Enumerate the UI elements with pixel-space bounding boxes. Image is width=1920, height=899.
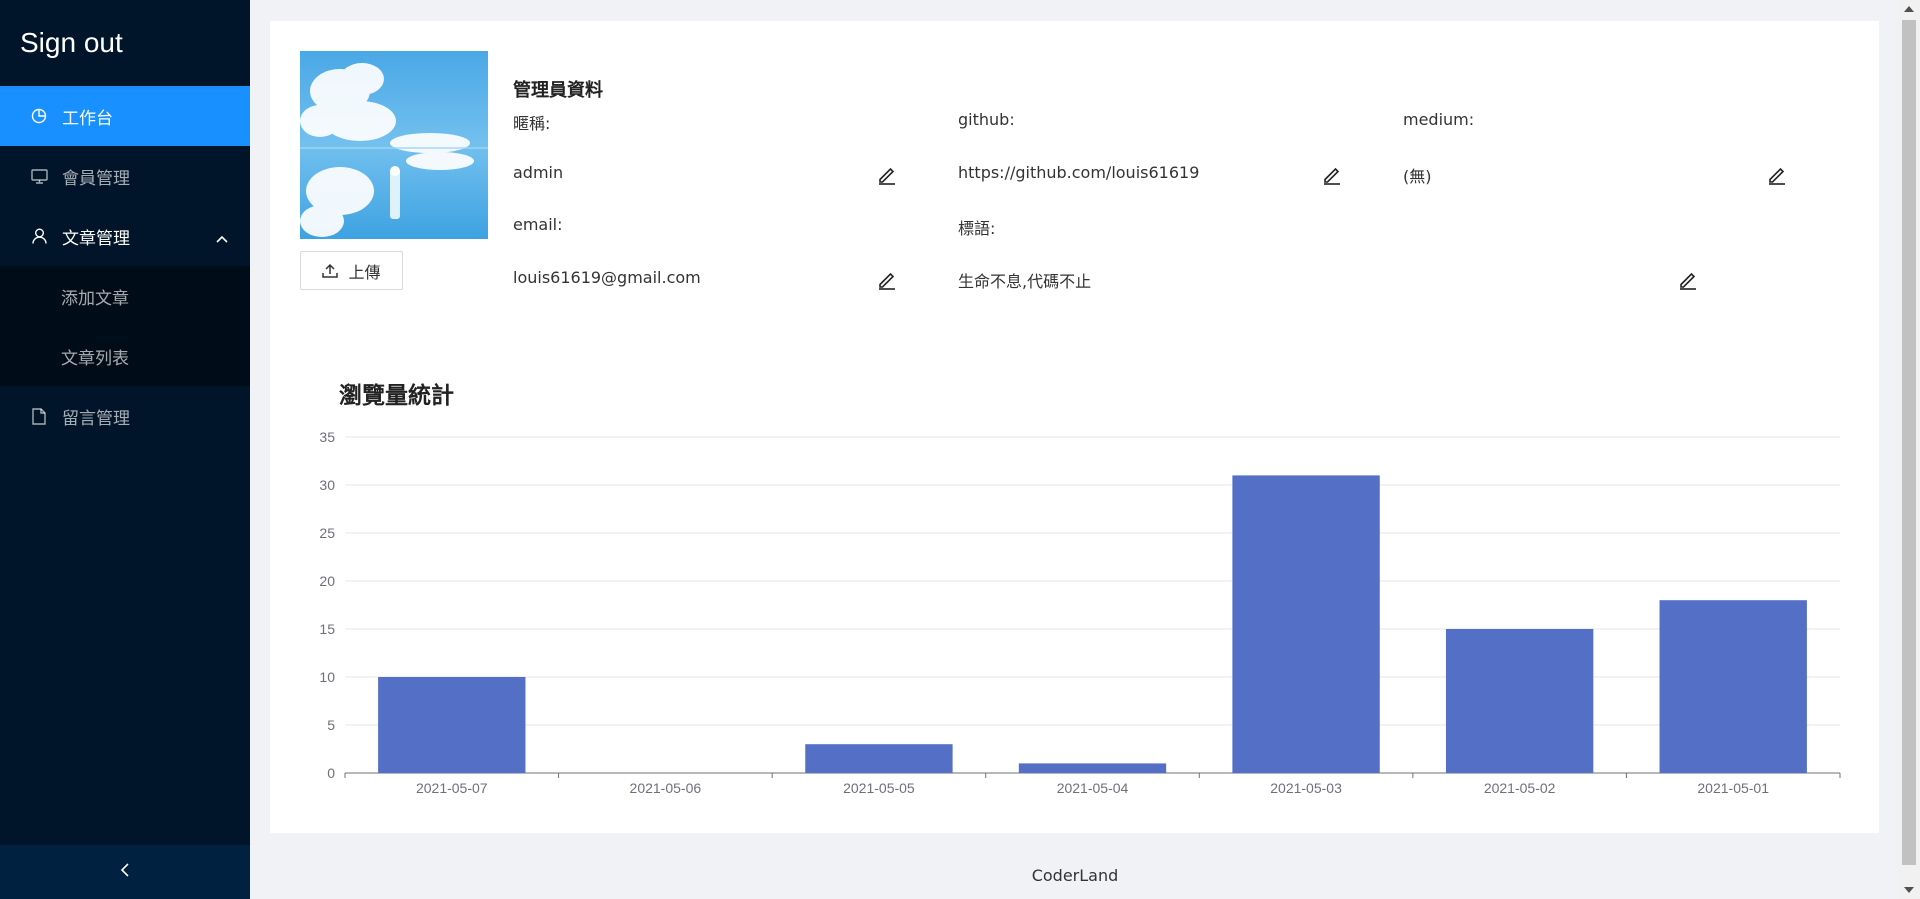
file-icon	[30, 407, 48, 425]
bar	[1232, 475, 1380, 773]
y-tick-label: 10	[319, 669, 335, 685]
x-tick-label: 2021-05-04	[1057, 780, 1129, 796]
x-tick-label: 2021-05-07	[416, 780, 488, 796]
menu-item-workbench[interactable]: 工作台	[0, 86, 250, 146]
scroll-down-arrow-icon[interactable]	[1904, 887, 1914, 893]
menu-label-article-list: 文章列表	[61, 348, 129, 369]
user-icon	[30, 227, 48, 245]
articles-submenu: 添加文章 文章列表	[0, 266, 250, 386]
x-tick-label: 2021-05-05	[843, 780, 915, 796]
menu-item-members[interactable]: 會員管理	[0, 146, 250, 206]
menu-label-workbench: 工作台	[62, 108, 113, 129]
x-tick-label: 2021-05-03	[1270, 780, 1342, 796]
menu-item-add-article[interactable]: 添加文章	[0, 266, 250, 326]
views-bar-chart: 0 5 10 15 20 25 30 35 2021-05-07 2021-05-06 2021-0…	[319, 429, 1841, 796]
sign-out-link[interactable]: Sign out	[0, 0, 250, 86]
bar	[1445, 629, 1594, 773]
y-tick-label: 30	[319, 477, 335, 493]
chevron-left-icon	[120, 862, 130, 882]
menu-item-articles[interactable]: 文章管理	[0, 206, 250, 266]
y-tick-label: 5	[327, 717, 335, 733]
menu-label-comments: 留言管理	[62, 408, 130, 429]
x-tick-label: 2021-05-01	[1697, 780, 1769, 796]
y-tick-label: 25	[319, 525, 335, 541]
menu-label-articles: 文章管理	[62, 228, 130, 249]
footer-text: CoderLand	[1031, 866, 1119, 885]
menu-item-comments[interactable]: 留言管理	[0, 386, 250, 446]
scroll-up-arrow-icon[interactable]	[1904, 6, 1914, 12]
bar	[1018, 763, 1167, 773]
y-tick-label: 15	[319, 621, 335, 637]
x-tick-label: 2021-05-06	[630, 780, 702, 796]
bar	[1659, 600, 1807, 773]
page-scrollbar[interactable]	[1898, 0, 1920, 899]
menu-label-add-article: 添加文章	[61, 288, 129, 309]
pie-chart-icon	[30, 107, 48, 125]
x-tick-label: 2021-05-02	[1484, 780, 1556, 796]
desktop-icon	[30, 167, 48, 185]
bar	[805, 744, 953, 773]
chevron-up-icon	[216, 228, 228, 248]
menu-label-members: 會員管理	[62, 168, 130, 189]
bar	[378, 677, 526, 773]
y-tick-label: 0	[327, 765, 335, 781]
y-tick-label: 20	[319, 573, 335, 589]
sidebar: Sign out 工作台 會員管理 文章管理 添加文章 文章列表 留言管理	[0, 0, 250, 899]
scroll-thumb[interactable]	[1902, 20, 1916, 865]
dashboard-card: 上傳 管理員資料 暱稱: github: medium: admin https…	[270, 21, 1879, 833]
collapse-sidebar-button[interactable]	[0, 845, 250, 899]
y-tick-label: 35	[319, 429, 335, 445]
menu-item-article-list[interactable]: 文章列表	[0, 326, 250, 386]
